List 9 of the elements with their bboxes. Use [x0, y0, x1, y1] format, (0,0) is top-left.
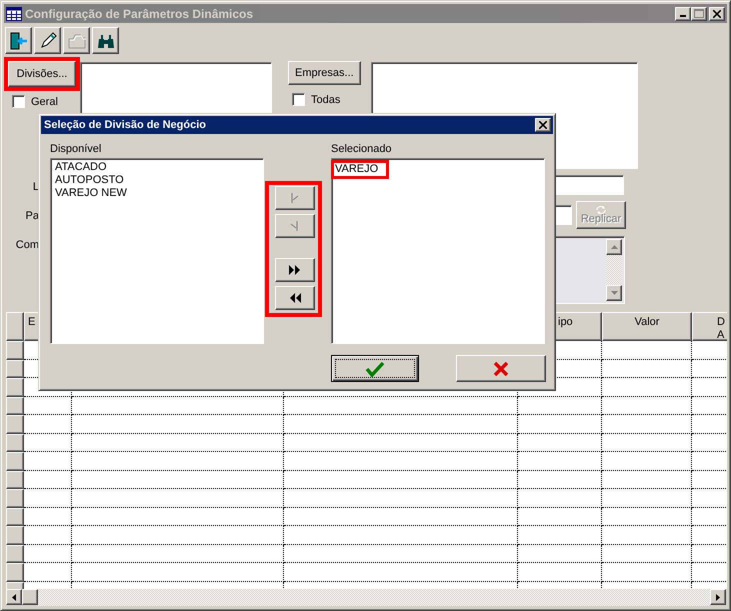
dialog-title: Seleção de Divisão de Negócio: [44, 119, 206, 131]
window-title: Configuração de Parâmetros Dinâmicos: [25, 6, 254, 20]
checkbox-label: Geral: [31, 96, 58, 108]
field-label: L: [32, 181, 39, 194]
field-label: Pa: [26, 210, 39, 223]
list-label: Disponível: [50, 143, 102, 157]
field-label: Com: [16, 239, 39, 252]
checkbox-label: Todas: [311, 94, 340, 106]
list-label: Selecionado: [331, 143, 393, 157]
